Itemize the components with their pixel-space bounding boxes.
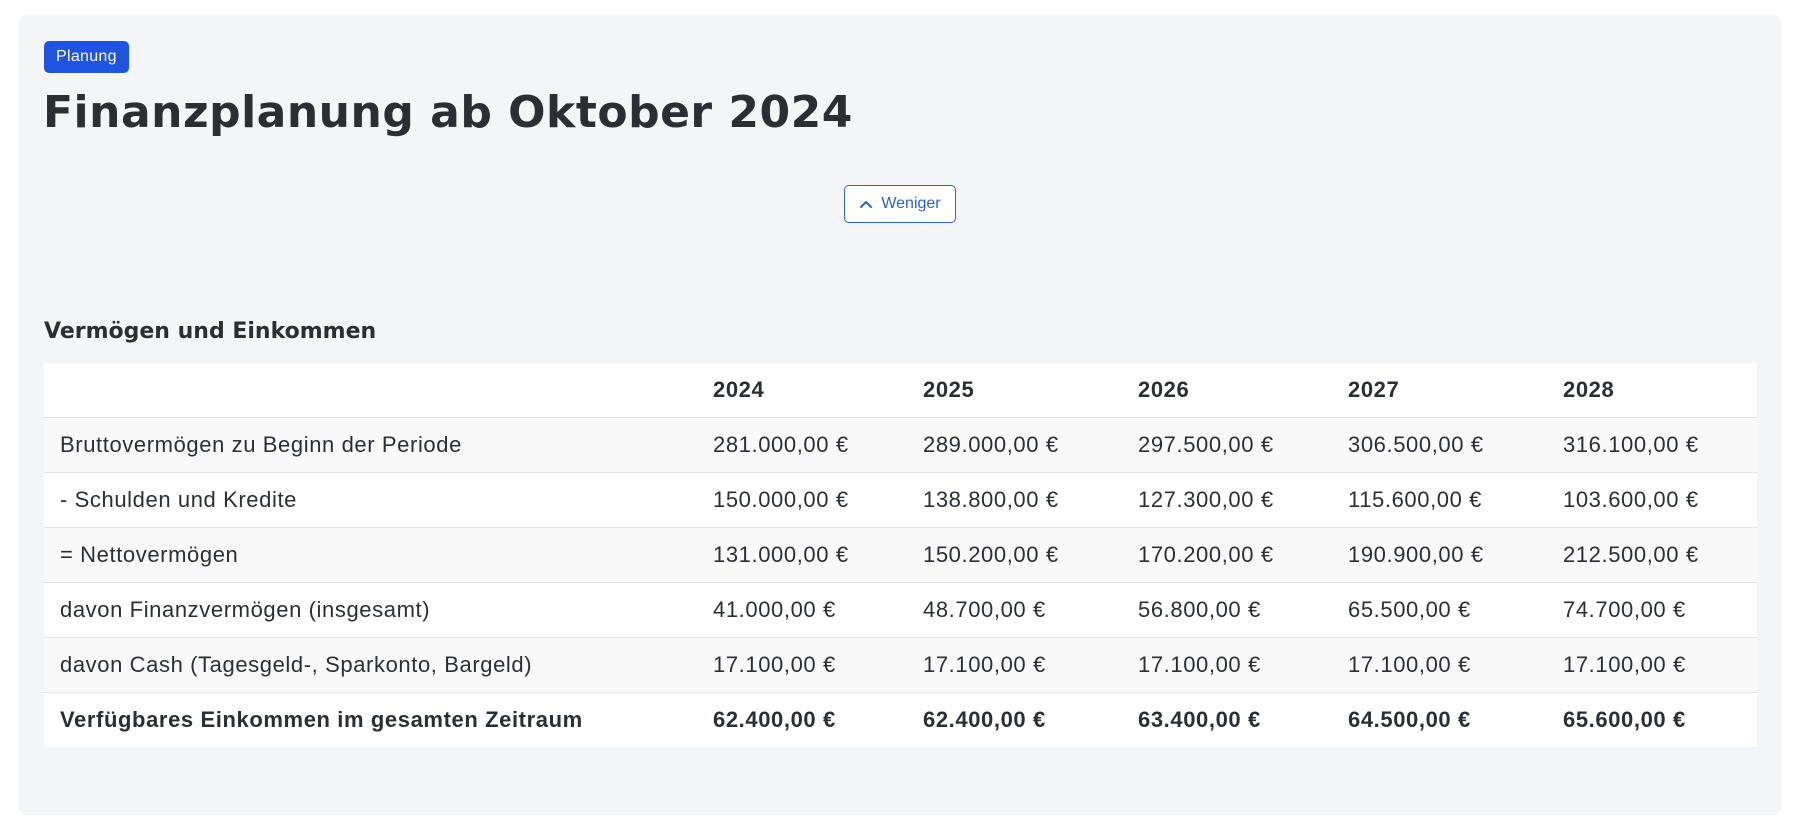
table-header-year: 2027 (1348, 377, 1400, 402)
table-row: Bruttovermögen zu Beginn der Periode 281… (44, 417, 1757, 473)
row-value: 65.600,00 € (1563, 707, 1686, 732)
row-value: 64.500,00 € (1348, 707, 1471, 732)
row-value: 17.100,00 € (713, 652, 836, 677)
row-value: 65.500,00 € (1348, 597, 1471, 622)
table-header-year: 2025 (923, 377, 975, 402)
row-value: 62.400,00 € (923, 707, 1046, 732)
row-value: 56.800,00 € (1138, 597, 1261, 622)
row-value: 131.000,00 € (713, 542, 849, 567)
row-value: 17.100,00 € (1138, 652, 1261, 677)
row-label: davon Cash (Tagesgeld-, Sparkonto, Barge… (60, 652, 533, 677)
row-value: 138.800,00 € (923, 487, 1059, 512)
row-value: 127.300,00 € (1138, 487, 1274, 512)
assets-income-table: 2024 2025 2026 2027 2028 Bruttovermögen … (44, 363, 1757, 747)
row-label: Verfügbares Einkommen im gesamten Zeitra… (60, 707, 583, 732)
row-value: 150.000,00 € (713, 487, 849, 512)
row-value: 170.200,00 € (1138, 542, 1274, 567)
row-value: 316.100,00 € (1563, 432, 1699, 457)
row-value: 17.100,00 € (923, 652, 1046, 677)
collapse-toggle-label: Weniger (881, 195, 941, 212)
row-value: 74.700,00 € (1563, 597, 1686, 622)
chevron-up-icon (859, 199, 873, 209)
row-value: 63.400,00 € (1138, 707, 1261, 732)
collapse-toggle-button[interactable]: Weniger (844, 185, 956, 223)
row-value: 281.000,00 € (713, 432, 849, 457)
row-label: davon Finanzvermögen (insgesamt) (60, 597, 431, 622)
table-row-total: Verfügbares Einkommen im gesamten Zeitra… (44, 692, 1757, 747)
row-label: - Schulden und Kredite (60, 487, 298, 512)
table-header-year: 2026 (1138, 377, 1190, 402)
table-row: - Schulden und Kredite 150.000,00 € 138.… (44, 472, 1757, 528)
row-value: 17.100,00 € (1563, 652, 1686, 677)
page-title: Finanzplanung ab Oktober 2024 (43, 87, 853, 138)
row-value: 115.600,00 € (1348, 487, 1483, 512)
planning-card: Planung Finanzplanung ab Oktober 2024 We… (19, 15, 1781, 815)
row-value: 289.000,00 € (923, 432, 1059, 457)
row-label: Bruttovermögen zu Beginn der Periode (60, 432, 462, 457)
row-value: 48.700,00 € (923, 597, 1046, 622)
table-row: davon Cash (Tagesgeld-, Sparkonto, Barge… (44, 637, 1757, 693)
table-header-year: 2024 (713, 377, 765, 402)
row-value: 103.600,00 € (1563, 487, 1699, 512)
planning-badge: Planung (44, 41, 129, 73)
row-value: 17.100,00 € (1348, 652, 1471, 677)
table-row: davon Finanzvermögen (insgesamt) 41.000,… (44, 582, 1757, 638)
table-header-row: 2024 2025 2026 2027 2028 (44, 363, 1757, 418)
row-value: 212.500,00 € (1563, 542, 1699, 567)
row-value: 306.500,00 € (1348, 432, 1484, 457)
section-title: Vermögen und Einkommen (44, 319, 377, 344)
row-value: 190.900,00 € (1348, 542, 1484, 567)
table-header-year: 2028 (1563, 377, 1615, 402)
table-row: = Nettovermögen 131.000,00 € 150.200,00 … (44, 527, 1757, 583)
row-value: 62.400,00 € (713, 707, 836, 732)
row-label: = Nettovermögen (60, 542, 239, 567)
row-value: 150.200,00 € (923, 542, 1059, 567)
table-header-label (44, 363, 713, 418)
row-value: 297.500,00 € (1138, 432, 1274, 457)
row-value: 41.000,00 € (713, 597, 836, 622)
